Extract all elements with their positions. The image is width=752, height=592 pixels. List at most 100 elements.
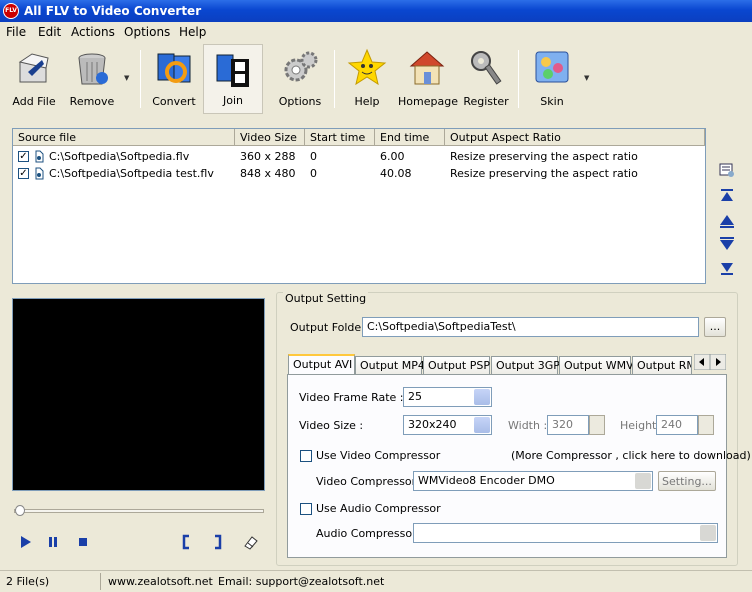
chevron-down-icon [635,473,651,489]
column-header-start-time[interactable]: Start time [305,129,375,146]
tab-output-wmv[interactable]: Output WMV [559,356,634,375]
remove-label: Remove [69,95,115,108]
file-count: 2 File(s) [6,575,50,588]
seek-thumb[interactable] [15,505,25,516]
options-button[interactable]: Options [272,44,328,114]
move-down-icon[interactable] [718,235,736,253]
frame-rate-value: 25 [408,390,422,403]
video-size-select[interactable]: 320x240 [403,415,492,435]
play-icon[interactable] [16,533,34,551]
register-button[interactable]: Register [460,44,512,114]
column-header-aspect-ratio[interactable]: Output Aspect Ratio [445,129,705,146]
skin-dropdown-arrow-icon[interactable]: ▼ [584,74,589,82]
column-header-source[interactable]: Source file [13,129,235,146]
toolbar-separator [334,50,335,108]
source-file: C:\Softpedia\Softpedia.flv [49,150,190,163]
tab-output-avi[interactable]: Output AVI [288,354,355,375]
toolbar: Add File Remove ▼ Convert Join Options H… [0,42,752,118]
toolbar-separator [140,50,141,108]
video-compressor-value: WMVideo8 Encoder DMO [418,474,555,487]
options-label: Options [278,95,322,108]
row-checkbox[interactable]: ✓ [18,168,29,179]
more-compressor-link[interactable]: (More Compressor , click here to downloa… [511,449,751,462]
remove-dropdown-arrow-icon[interactable]: ▼ [124,74,129,82]
use-video-compressor-label: Use Video Compressor [316,449,441,462]
table-row[interactable]: ✓ C:\Softpedia\Softpedia test.flv 848 x … [13,165,705,182]
tab-output-rmvb[interactable]: Output RMV [632,356,692,375]
convert-label: Convert [152,95,196,108]
join-button[interactable]: Join [203,44,263,114]
column-header-end-time[interactable]: End time [375,129,445,146]
mark-end-icon[interactable] [208,533,226,551]
menu-file[interactable]: File [6,25,26,39]
tab-output-3gp[interactable]: Output 3GP [491,356,560,375]
video-size: 360 x 288 [240,150,296,163]
website-link[interactable]: www.zealotsoft.net [108,575,213,588]
menu-edit[interactable]: Edit [38,25,61,39]
tab-output-mp4[interactable]: Output MP4 [355,356,425,375]
help-button[interactable]: Help [340,44,394,114]
video-file-icon [35,150,44,163]
tab-scroll-right-icon[interactable] [710,354,726,370]
join-label: Join [222,94,243,107]
use-audio-compressor-label: Use Audio Compressor [316,502,441,515]
menu-options[interactable]: Options [124,25,170,39]
properties-icon[interactable] [718,161,736,179]
width-stepper[interactable] [589,415,605,435]
audio-compressor-label: Audio Compressor : [316,527,424,540]
output-folder-field[interactable]: C:\Softpedia\SoftpediaTest\ [362,317,699,337]
chevron-down-icon [474,417,490,433]
output-setting-title: Output Setting [283,292,369,305]
width-label: Width : [508,419,548,432]
tab-output-psp[interactable]: Output PSP [423,356,490,375]
frame-rate-label: Video Frame Rate : [299,391,404,404]
use-video-compressor-checkbox[interactable] [300,450,312,462]
skin-label: Skin [540,95,564,108]
height-stepper[interactable] [698,415,714,435]
stop-icon[interactable] [74,533,92,551]
email-link[interactable]: Email: support@zealotsoft.net [218,575,384,588]
title-bar: FLV All FLV to Video Converter [0,0,752,22]
video-file-icon [35,167,44,180]
audio-compressor-select[interactable] [413,523,718,543]
chevron-down-icon [700,525,716,541]
end-time: 6.00 [380,150,405,163]
mark-start-icon[interactable] [178,533,196,551]
video-compressor-select[interactable]: WMVideo8 Encoder DMO [413,471,653,491]
seek-bar[interactable] [14,509,264,513]
row-checkbox[interactable]: ✓ [18,151,29,162]
menu-actions[interactable]: Actions [71,25,115,39]
tab-scroll-left-icon[interactable] [694,354,710,370]
homepage-button[interactable]: Homepage [398,44,458,114]
video-size-label: Video Size : [299,419,364,432]
move-bottom-icon[interactable] [718,259,736,277]
home-icon [409,51,445,85]
use-audio-compressor-checkbox[interactable] [300,503,312,515]
browse-button[interactable]: ... [704,317,726,337]
move-top-icon[interactable] [718,187,736,205]
pause-icon[interactable] [44,533,62,551]
window-title: All FLV to Video Converter [24,4,202,18]
video-size-value: 320x240 [408,418,457,431]
add-file-label: Add File [12,95,56,108]
menu-help[interactable]: Help [179,25,206,39]
skin-button[interactable]: Skin [524,44,580,114]
register-label: Register [463,95,509,108]
convert-button[interactable]: Convert [146,44,202,114]
remove-button[interactable]: Remove [64,44,120,114]
height-field[interactable]: 240 [656,415,698,435]
column-header-video-size[interactable]: Video Size [235,129,305,146]
frame-rate-select[interactable]: 25 [403,387,492,407]
file-list[interactable]: Source file Video Size Start time End ti… [12,128,706,284]
width-field[interactable]: 320 [547,415,589,435]
start-time: 0 [310,167,317,180]
clear-icon[interactable] [242,533,260,551]
table-row[interactable]: ✓ C:\Softpedia\Softpedia.flv 360 x 288 0… [13,148,705,165]
aspect-ratio: Resize preserving the aspect ratio [450,150,638,163]
homepage-label: Homepage [398,95,458,108]
move-up-icon[interactable] [718,212,736,230]
convert-icon [157,53,191,83]
star-icon [347,48,387,86]
add-file-button[interactable]: Add File [6,44,62,114]
setting-button[interactable]: Setting... [658,471,716,491]
